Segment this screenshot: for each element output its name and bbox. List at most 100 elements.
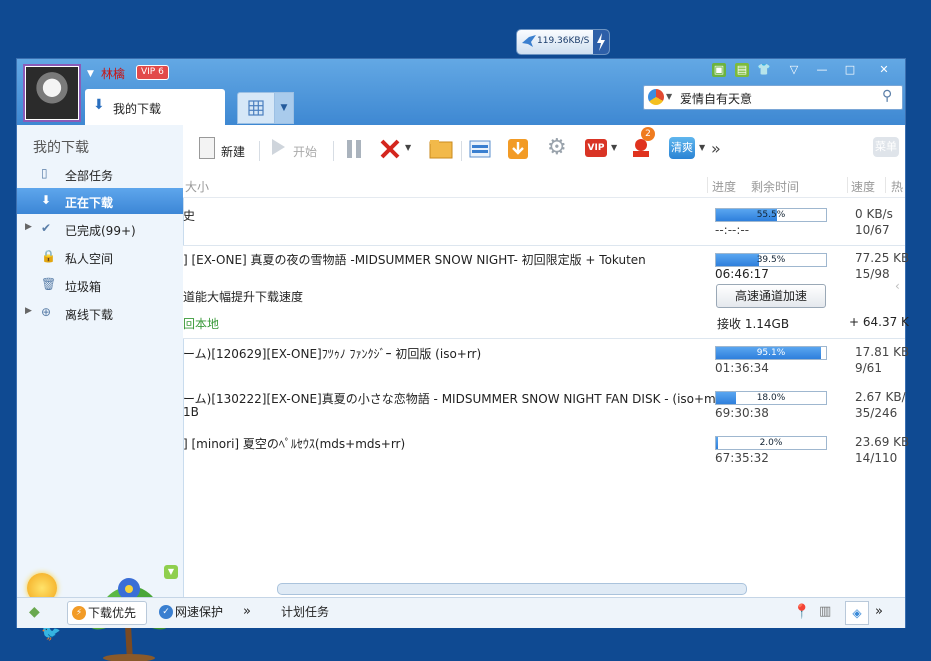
grid-icon (248, 100, 264, 116)
download-arrow-icon: ⬇ (41, 193, 52, 207)
table-row-expanded[interactable]: ] [EX-ONE] 真夏の夜の雪物語 -MIDSUMMER SNOW NIGH… (183, 245, 909, 339)
table-row[interactable]: ーム)[120629][EX-ONE]ﾌﾂｩﾉ ﾌｧﾝｸｼﾞｰ 初回版 (iso… (183, 341, 909, 385)
column-progress[interactable]: 进度 (712, 178, 736, 195)
maximize-button[interactable]: □ (843, 63, 857, 77)
table-row[interactable]: 史 55.5% --:--:-- 0 KB/s 10/67 (183, 201, 905, 245)
progress-bar: 39.5% (715, 253, 827, 267)
statusbar-more-right-icon[interactable]: » (875, 601, 883, 623)
statistics-icon[interactable]: ▥ (819, 601, 831, 623)
delete-dropdown-icon[interactable]: ▼ (405, 143, 411, 152)
cloud-download-icon: ⊕ (41, 305, 52, 319)
clean-dropdown-icon[interactable]: ▼ (699, 143, 705, 152)
search-engine-logo-icon[interactable] (648, 89, 664, 105)
speed-widget[interactable]: 119.36KB/S (516, 29, 610, 55)
list-header: 大小 进度 剩余时间 速度 热 (183, 173, 905, 198)
bolt-icon[interactable] (593, 30, 609, 54)
table-row[interactable]: ] [minori] 夏空のﾍﾟﾙｾｳｽ(mds+mds+rr) 2.0% 67… (183, 431, 909, 475)
settings-button[interactable]: ⚙ (545, 135, 571, 163)
username[interactable]: 林檎 (101, 65, 125, 82)
thunder-bird-icon (522, 35, 536, 47)
vip-badge[interactable]: VIP 6 (136, 65, 169, 80)
remaining-time: --:--:-- (715, 223, 750, 237)
speed: 77.25 KB (855, 251, 910, 265)
sidebar-item-downloading[interactable]: ⬇ 正在下载 (17, 188, 183, 214)
column-size[interactable]: 大小 (185, 178, 209, 195)
statusbar-more-icon[interactable]: » (243, 601, 251, 623)
panel-expand-arrow-icon[interactable]: ‹ (895, 279, 900, 293)
close-button[interactable]: ✕ (877, 63, 891, 77)
speed-protect-label: 网速保护 (175, 605, 224, 619)
location-pin-icon[interactable]: 📍 (793, 601, 810, 623)
tab-apps-grid[interactable] (237, 92, 275, 124)
delete-button[interactable]: ▼ (379, 135, 417, 163)
new-task-button[interactable]: 新建 (197, 135, 253, 163)
notes-icon[interactable]: ▤ (735, 63, 749, 77)
tab-dropdown-arrow-icon[interactable]: ▼ (274, 92, 294, 124)
save-to-local-link[interactable]: 回本地 (183, 315, 219, 332)
expand-arrow-icon[interactable]: ▶ (25, 306, 32, 316)
open-folder-button[interactable] (427, 135, 453, 163)
search-input[interactable]: 爱情自有天意 (680, 90, 752, 107)
speed: 23.69 KB (855, 435, 910, 449)
expand-arrow-icon[interactable]: ▶ (25, 222, 32, 232)
play-icon (272, 139, 285, 155)
column-speed[interactable]: 速度 (851, 178, 875, 195)
search-box[interactable]: ▼ 爱情自有天意 ⚲ (643, 85, 903, 110)
task-name: ] [minori] 夏空のﾍﾟﾙｾｳｽ(mds+mds+rr) (183, 437, 406, 451)
sidebar-item-label: 全部任务 (65, 169, 114, 183)
sidebar-item-label: 垃圾箱 (65, 280, 102, 294)
gear-icon: ⚙ (547, 135, 567, 160)
skin-icon[interactable]: ▣ (712, 63, 726, 77)
download-box-button[interactable] (505, 135, 531, 163)
high-speed-channel-button[interactable]: 高速通道加速 (716, 284, 826, 308)
main-menu-button[interactable]: 菜单 (873, 135, 901, 163)
start-button[interactable]: 开始 (269, 135, 325, 163)
task-name: ーム)[120629][EX-ONE]ﾌﾂｩﾉ ﾌｧﾝｸｼﾞｰ 初回版 (iso… (183, 347, 482, 361)
progress-text: 2.0% (759, 438, 783, 448)
tab-my-downloads[interactable]: ⬇ 我的下载 (85, 89, 225, 125)
sidebar-item-private-space[interactable]: 🔒 私人空间 (17, 244, 183, 270)
search-icon[interactable]: ⚲ (882, 88, 892, 104)
vip-dropdown-icon[interactable]: ▼ (611, 143, 617, 152)
received-size: 接收 1.14GB (717, 317, 790, 331)
sidebar-item-completed[interactable]: ▶ ✔ 已完成(99+) (17, 216, 183, 242)
speed: 2.67 KB/ (855, 390, 906, 404)
app-icon[interactable]: ◈ (845, 601, 869, 625)
progress-bar: 18.0% (715, 391, 827, 405)
scheduled-tasks-button[interactable]: 计划任务 (281, 601, 329, 623)
avatar[interactable] (25, 66, 79, 120)
speed-protect-button[interactable]: ✓ 网速保护 (155, 601, 235, 623)
leaf-icon[interactable]: ◆ (29, 601, 40, 623)
progress-text: 39.5% (756, 255, 786, 265)
vip-button[interactable]: VIP ▼ (585, 135, 623, 163)
start-label: 开始 (293, 145, 318, 159)
progress-text: 95.1% (756, 348, 786, 358)
task-name: ーム)[130222][EX-ONE]真夏の小さな恋物語 - MIDSUMMER… (183, 392, 742, 406)
minimize-button[interactable]: — (815, 63, 829, 77)
column-remaining-time[interactable]: 剩余时间 (751, 178, 799, 195)
horizontal-scrollbar[interactable] (277, 583, 747, 595)
engine-caret-icon[interactable]: ▼ (666, 92, 672, 101)
progress-bar: 95.1% (715, 346, 827, 360)
game-button[interactable]: 2 (629, 127, 655, 163)
task-detail-button[interactable] (467, 135, 493, 163)
document-icon: ▯ (41, 166, 48, 180)
high-speed-note: 道能大幅提升下载速度 (183, 290, 304, 304)
sidebar-item-trash[interactable]: 🗑 垃圾箱 (17, 272, 183, 298)
sidebar-item-label: 离线下载 (65, 308, 114, 322)
table-row[interactable]: ーム)[130222][EX-ONE]真夏の小さな恋物語 - MIDSUMMER… (183, 386, 906, 430)
pause-icon (347, 140, 361, 158)
pause-button[interactable] (341, 135, 367, 163)
separator (885, 177, 886, 193)
column-hot[interactable]: 热 (891, 178, 903, 195)
download-priority-button[interactable]: ⚡ 下载优先 (67, 601, 147, 625)
sidebar-item-all-tasks[interactable]: ▯ 全部任务 (17, 161, 183, 187)
menu-caret-icon[interactable]: ▽ (787, 63, 801, 77)
checkmark-icon: ✔ (41, 221, 52, 235)
user-menu-caret-icon[interactable]: ▼ (87, 69, 94, 79)
sidebar-item-label: 已完成(99+) (65, 224, 136, 238)
sidebar-item-offline-download[interactable]: ▶ ⊕ 离线下载 (17, 300, 183, 326)
shirt-icon[interactable]: 👕 (757, 63, 771, 77)
toolbar-more-icon[interactable]: » (711, 139, 721, 158)
clean-mode-button[interactable]: 清爽 ▼ (669, 135, 713, 163)
